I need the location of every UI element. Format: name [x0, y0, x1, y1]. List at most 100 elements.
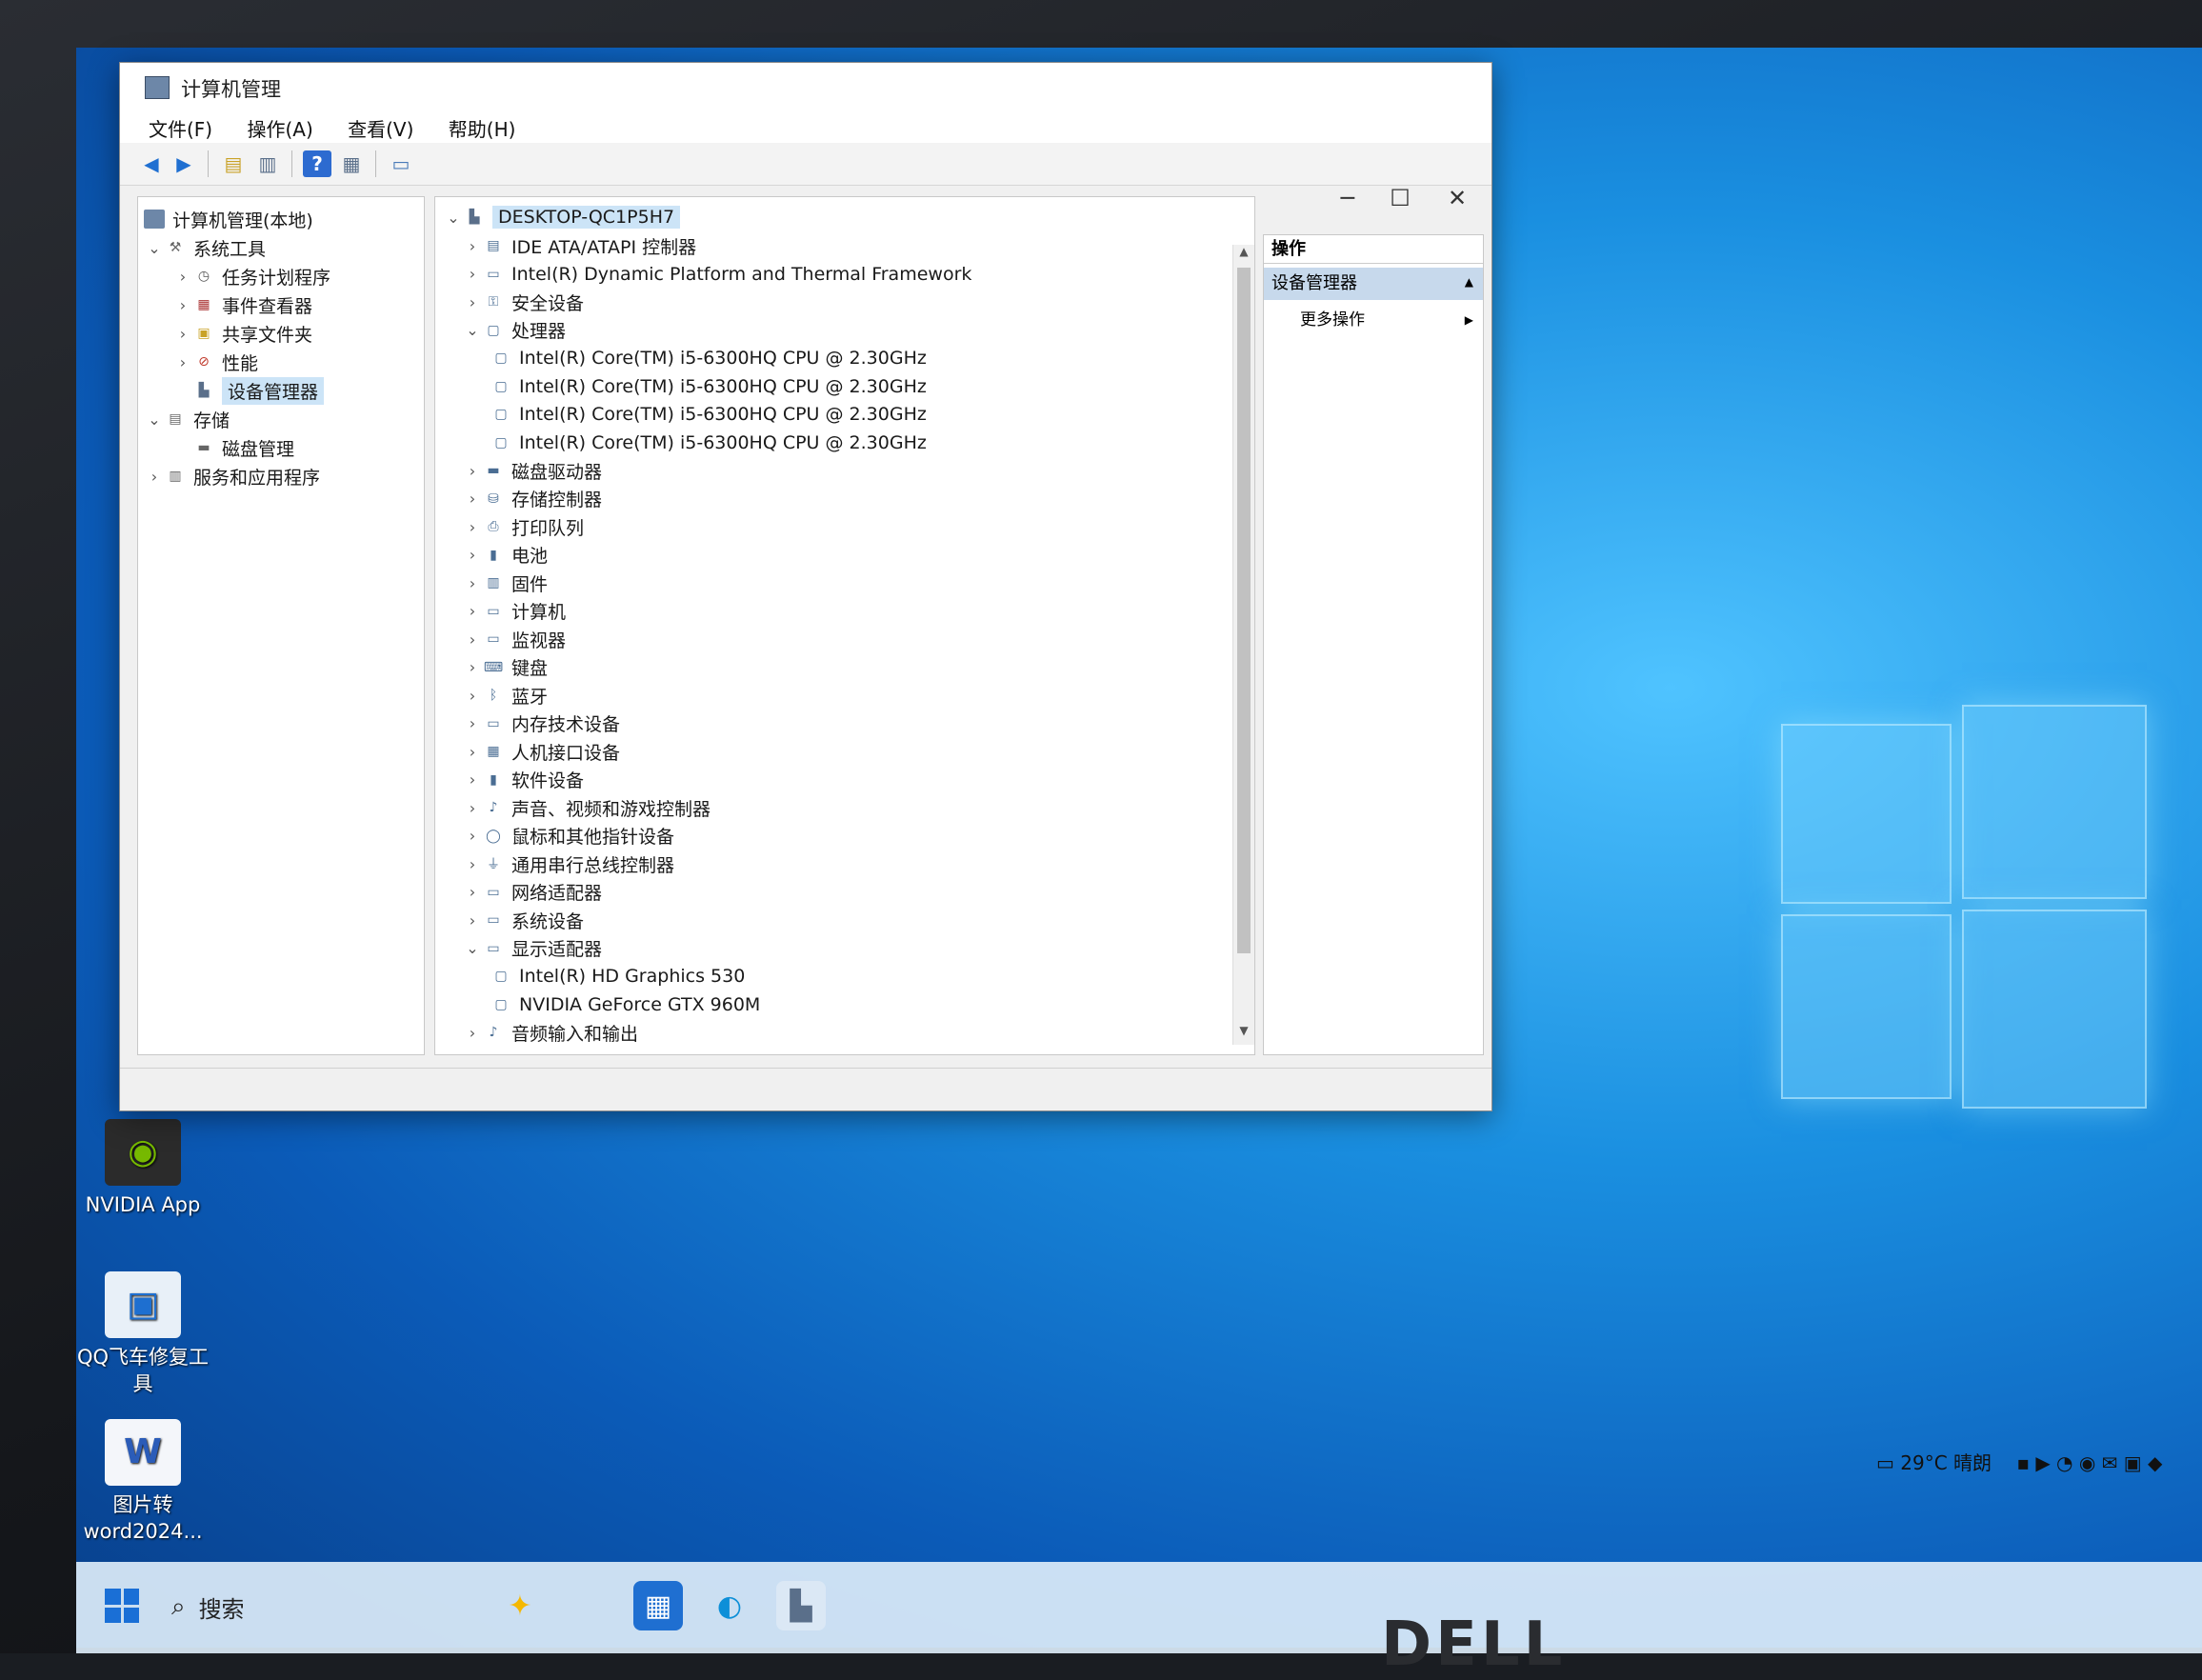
chevron-right-icon[interactable]: ›	[462, 462, 483, 480]
chevron-down-icon[interactable]: ⌄	[443, 209, 464, 227]
device-tree-item[interactable]: › ◯ 鼠标和其他指针设备	[462, 822, 674, 850]
device-tree-item[interactable]: › ▭ 内存技术设备	[462, 710, 620, 738]
device-tree-item[interactable]: › ▬ 磁盘驱动器	[462, 456, 602, 485]
back-arrow-icon[interactable]: ◀	[137, 150, 166, 177]
submenu-right-icon[interactable]: ▶	[1465, 313, 1473, 327]
chevron-right-icon[interactable]: ›	[462, 546, 483, 564]
device-tree-item[interactable]: › ᛒ 蓝牙	[462, 681, 548, 710]
tree-item-system-tools[interactable]: ⌄ ⚒ 系统工具	[144, 233, 266, 262]
chevron-right-icon[interactable]: ›	[462, 770, 483, 789]
device-tree-item[interactable]: › ▭ 监视器	[462, 625, 566, 653]
chevron-right-icon[interactable]: ›	[462, 490, 483, 508]
device-tree-item[interactable]: › ▭ 网络适配器	[462, 878, 602, 907]
device-tree-item[interactable]: ⌄ ▢ 处理器	[462, 316, 566, 345]
edge-browser-icon[interactable]: ◐	[705, 1581, 754, 1630]
tree-item-event-viewer[interactable]: › ▦ 事件查看器	[172, 290, 312, 319]
store-icon[interactable]: ▦	[633, 1581, 683, 1630]
chevron-right-icon[interactable]: ›	[462, 687, 483, 705]
chevron-right-icon[interactable]: ›	[462, 855, 483, 873]
actions-section-device-manager[interactable]: 设备管理器	[1264, 268, 1483, 300]
chevron-right-icon[interactable]: ›	[462, 265, 483, 283]
device-tree-item[interactable]: ⌄ ▭ 显示适配器	[462, 934, 602, 963]
show-hide-tree-icon[interactable]: ▥	[253, 150, 282, 177]
chevron-right-icon[interactable]: ›	[462, 630, 483, 649]
chevron-right-icon[interactable]: ›	[462, 883, 483, 901]
computer-management-taskbar-icon[interactable]: ▙	[776, 1581, 826, 1630]
desktop-icon-nvidia-app[interactable]: ◉ NVIDIA App	[71, 1119, 214, 1218]
properties-icon[interactable]: ▦	[337, 150, 366, 177]
weather-text[interactable]: 29°C 晴朗	[1900, 1451, 1992, 1474]
device-tree-item[interactable]: › ⚿ 安全设备	[462, 288, 584, 316]
chevron-right-icon[interactable]: ›	[172, 296, 193, 314]
tree-item-task-scheduler[interactable]: › ◷ 任务计划程序	[172, 262, 330, 290]
device-tree-item[interactable]: ▢ NVIDIA GeForce GTX 960M	[490, 990, 760, 1019]
menu-help[interactable]: 帮助(H)	[449, 114, 516, 142]
chevron-down-icon[interactable]: ⌄	[462, 321, 483, 339]
device-tree-item[interactable]: › ▭ 系统设备	[462, 906, 584, 934]
device-tree-item[interactable]: › ♪ 音频输入和输出	[462, 1018, 638, 1047]
chevron-right-icon[interactable]: ›	[172, 325, 193, 343]
menu-action[interactable]: 操作(A)	[247, 114, 312, 142]
device-tree-item[interactable]: › ▦ 人机接口设备	[462, 737, 620, 766]
help-icon[interactable]: ?	[303, 150, 331, 177]
device-tree-item[interactable]: ▢ Intel(R) Core(TM) i5-6300HQ CPU @ 2.30G…	[490, 429, 926, 457]
device-tree-item[interactable]: › ▭ 计算机	[462, 597, 566, 626]
scroll-up-icon[interactable]: ▲	[1233, 245, 1254, 266]
device-tree-item[interactable]: › ⏚ 通用串行总线控制器	[462, 850, 674, 878]
device-tree-item[interactable]: › ⛁ 存储控制器	[462, 485, 602, 513]
desktop-icon-qq-speed-repair[interactable]: ▣ QQ飞车修复工具	[71, 1271, 214, 1397]
chevron-right-icon[interactable]: ›	[462, 658, 483, 676]
tree-item-shared-folders[interactable]: › ▣ 共享文件夹	[172, 319, 312, 348]
title-bar[interactable]: 计算机管理	[120, 63, 1491, 109]
collapse-up-icon[interactable]: ▲	[1465, 275, 1473, 289]
chevron-right-icon[interactable]: ›	[462, 237, 483, 255]
device-tree-item[interactable]: › ⌨ 键盘	[462, 653, 548, 682]
scroll-down-icon[interactable]: ▼	[1233, 1024, 1254, 1045]
start-button[interactable]	[105, 1589, 139, 1623]
device-tree-item[interactable]: ▢ Intel(R) Core(TM) i5-6300HQ CPU @ 2.30G…	[490, 344, 926, 372]
device-tree-item[interactable]: ▢ Intel(R) HD Graphics 530	[490, 962, 745, 990]
chevron-right-icon[interactable]: ›	[462, 714, 483, 732]
chevron-down-icon[interactable]: ⌄	[144, 239, 165, 257]
tray-icons[interactable]: ▪ ▶ ◔ ◉ ✉ ▣ ◆	[2016, 1451, 2162, 1474]
copilot-sparkle-icon[interactable]: ✦	[495, 1581, 545, 1630]
chevron-right-icon[interactable]: ›	[144, 468, 165, 486]
chevron-right-icon[interactable]: ›	[462, 827, 483, 845]
chevron-right-icon[interactable]: ›	[462, 799, 483, 817]
vertical-scrollbar[interactable]: ▲ ▼	[1232, 245, 1254, 1045]
chevron-right-icon[interactable]: ›	[172, 268, 193, 286]
device-tree-item[interactable]: ▢ Intel(R) Core(TM) i5-6300HQ CPU @ 2.30G…	[490, 372, 926, 401]
forward-arrow-icon[interactable]: ▶	[170, 150, 198, 177]
chevron-right-icon[interactable]: ›	[462, 602, 483, 620]
chevron-right-icon[interactable]: ›	[172, 353, 193, 371]
device-tree-item[interactable]: › ▮ 电池	[462, 541, 548, 570]
chevron-down-icon[interactable]: ⌄	[462, 939, 483, 957]
monitor-icon[interactable]: ▭	[387, 150, 415, 177]
up-folder-icon[interactable]: ▤	[219, 150, 248, 177]
device-tree-item[interactable]: › ▤ IDE ATA/ATAPI 控制器	[462, 231, 696, 260]
tree-item-device-manager[interactable]: ▙ 设备管理器	[193, 376, 325, 405]
tree-item-computer-management[interactable]: 计算机管理(本地)	[144, 205, 313, 233]
tree-item-storage[interactable]: ⌄ ▤ 存储	[144, 405, 230, 433]
chevron-down-icon[interactable]: ⌄	[144, 410, 165, 429]
menu-file[interactable]: 文件(F)	[149, 114, 212, 142]
chevron-right-icon[interactable]: ›	[462, 911, 483, 930]
device-tree-item[interactable]: › ▮ 软件设备	[462, 766, 584, 794]
device-tree-item[interactable]: ▢ Intel(R) Core(TM) i5-6300HQ CPU @ 2.30G…	[490, 400, 926, 429]
chevron-right-icon[interactable]: ›	[462, 293, 483, 311]
scrollbar-thumb[interactable]	[1237, 268, 1251, 953]
tree-item-disk-management[interactable]: ▬ 磁盘管理	[193, 433, 294, 462]
chevron-right-icon[interactable]: ›	[462, 574, 483, 592]
more-actions-item[interactable]: 更多操作	[1264, 306, 1483, 334]
chevron-right-icon[interactable]: ›	[462, 743, 483, 761]
device-tree-item[interactable]: › ▭ Intel(R) Dynamic Platform and Thermal …	[462, 260, 972, 289]
chevron-right-icon[interactable]: ›	[462, 518, 483, 536]
device-root[interactable]: ⌄ ▙ DESKTOP-QC1P5H7	[443, 203, 681, 231]
device-tree-item[interactable]: › ▥ 固件	[462, 569, 548, 597]
tree-item-performance[interactable]: › ⊘ 性能	[172, 348, 258, 376]
tree-item-services-applications[interactable]: › ▥ 服务和应用程序	[144, 462, 320, 490]
device-tree-item[interactable]: › ⎙ 打印队列	[462, 512, 584, 541]
desktop-icon-image-to-word[interactable]: W 图片转word2024...	[71, 1419, 214, 1545]
chevron-right-icon[interactable]: ›	[462, 1024, 483, 1042]
device-tree-item[interactable]: › ♪ 声音、视频和游戏控制器	[462, 793, 711, 822]
